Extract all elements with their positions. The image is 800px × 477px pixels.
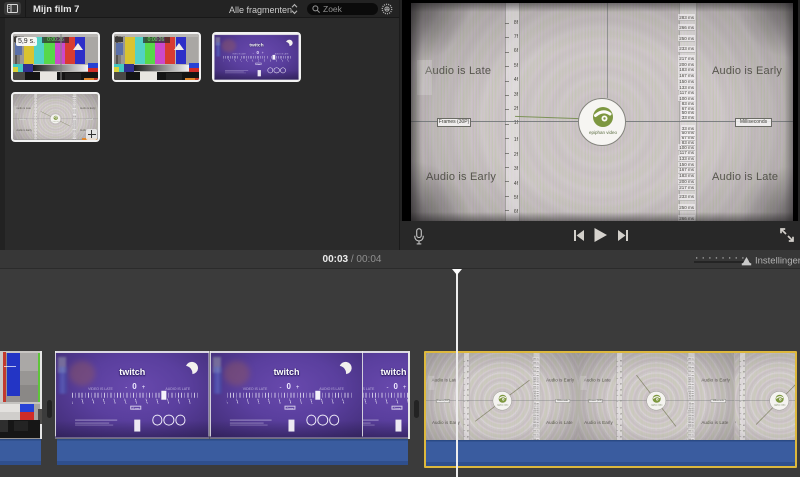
svg-text:Instellingen: Instellingen bbox=[755, 256, 800, 267]
